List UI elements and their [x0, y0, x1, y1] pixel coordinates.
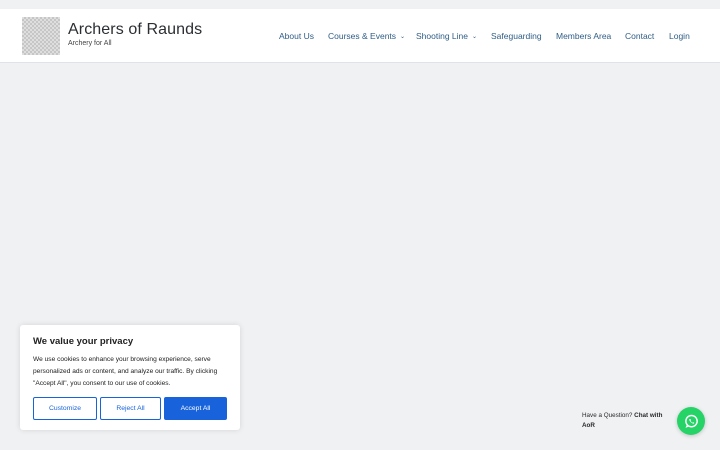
- nav-members-area[interactable]: Members Area: [556, 31, 611, 43]
- whatsapp-icon: [684, 414, 698, 428]
- chevron-down-icon: ⌄: [400, 34, 406, 40]
- nav-login[interactable]: Login: [669, 31, 690, 43]
- site-title[interactable]: Archers of Raunds: [68, 21, 202, 39]
- nav-label: Members Area: [556, 31, 612, 41]
- nav-label: Courses & Events: [328, 31, 397, 41]
- cookie-description: We use cookies to enhance your browsing …: [33, 356, 218, 387]
- nav-label: Shooting Line: [416, 31, 468, 41]
- nav-label: Login: [669, 31, 690, 41]
- cookie-title: We value your privacy: [33, 336, 134, 347]
- nav-safeguarding[interactable]: Safeguarding: [491, 31, 542, 43]
- nav-label: About Us: [279, 31, 314, 41]
- nav-label: Contact: [625, 31, 655, 41]
- site-tagline: Archery for All: [68, 40, 112, 47]
- site-logo[interactable]: [22, 17, 60, 55]
- top-strip: [0, 0, 720, 9]
- customize-button[interactable]: Customize: [33, 397, 97, 420]
- chat-question-text: Have a Question?: [582, 412, 633, 419]
- accept-all-button[interactable]: Accept All: [164, 397, 227, 420]
- nav-contact[interactable]: Contact: [625, 31, 654, 43]
- nav-courses-events[interactable]: Courses & Events ⌄: [328, 31, 405, 43]
- chevron-down-icon: ⌄: [472, 34, 478, 40]
- site-header: Archers of Raunds Archery for All About …: [0, 9, 720, 63]
- whatsapp-chat-button[interactable]: [677, 407, 705, 435]
- nav-shooting-line[interactable]: Shooting Line ⌄: [416, 31, 477, 43]
- chat-prompt[interactable]: Have a Question? Chat with AoR: [582, 411, 674, 431]
- nav-label: Safeguarding: [491, 31, 542, 41]
- nav-about-us[interactable]: About Us: [279, 31, 314, 43]
- reject-all-button[interactable]: Reject All: [100, 397, 161, 420]
- cookie-consent-banner: We value your privacy We use cookies to …: [20, 325, 240, 430]
